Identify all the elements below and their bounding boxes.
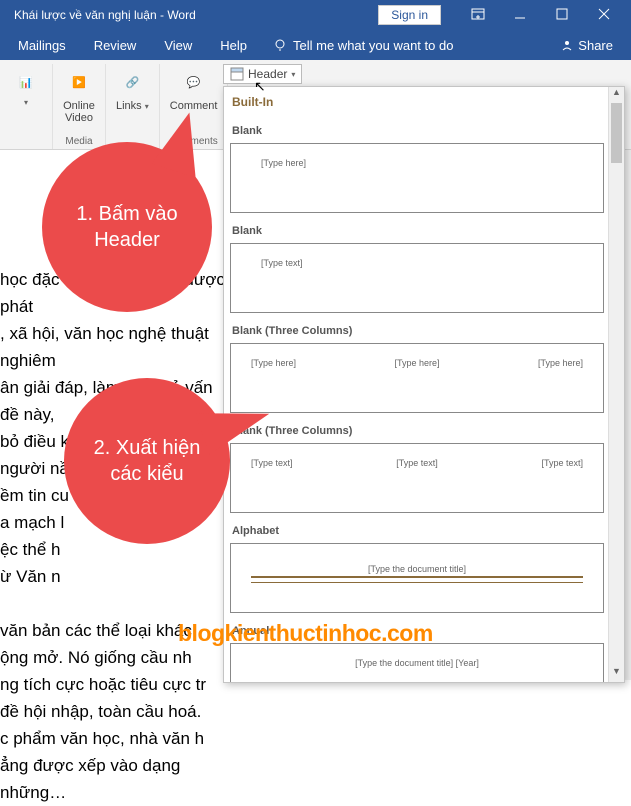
- watermark-text: blogkienthuctinhoc.com: [178, 620, 433, 647]
- cursor-icon: ↖: [254, 78, 266, 95]
- close-button[interactable]: [583, 7, 625, 23]
- minimize-button[interactable]: [499, 7, 541, 23]
- tell-me-search[interactable]: Tell me what you want to do: [261, 38, 465, 53]
- ribbon-tab-bar: Mailings Review View Help Tell me what y…: [0, 30, 631, 60]
- annotation-callout-2: 2. Xuất hiện các kiểu: [64, 378, 230, 544]
- tab-help[interactable]: Help: [206, 38, 261, 53]
- gallery-section-builtin: Built-In: [228, 91, 606, 115]
- gallery-item-blank[interactable]: [Type text]: [230, 243, 604, 313]
- chevron-down-icon: ▾: [291, 70, 295, 79]
- link-icon: 🔗: [116, 66, 148, 98]
- online-video-button[interactable]: ▶️ Online Video: [59, 64, 99, 126]
- gallery-item-label: Alphabet: [228, 515, 606, 541]
- annotation-callout-1: 1. Bấm vào Header: [42, 142, 212, 312]
- unknown-button-1[interactable]: 📊 ▾: [6, 64, 46, 109]
- scrollbar-thumb[interactable]: [611, 103, 622, 163]
- gallery-item-label: Blank: [228, 115, 606, 141]
- video-icon: ▶️: [63, 66, 95, 98]
- gallery-scrollbar[interactable]: ▲ ▼: [608, 87, 624, 682]
- tab-review[interactable]: Review: [80, 38, 151, 53]
- gallery-item-blank-three-columns[interactable]: [Type here] [Type here] [Type here]: [230, 343, 604, 413]
- lightbulb-icon: [273, 38, 287, 52]
- chart-icon: 📊: [10, 66, 42, 98]
- ribbon-display-options-icon[interactable]: [457, 7, 499, 23]
- gallery-item-alphabet[interactable]: [Type the document title]: [230, 543, 604, 613]
- document-title: Khái lược về văn nghị luận - Word: [6, 8, 196, 22]
- gallery-item-label: Blank: [228, 215, 606, 241]
- title-bar: Khái lược về văn nghị luận - Word Sign i…: [0, 0, 631, 30]
- comment-icon: 💬: [178, 66, 210, 98]
- header-icon: [230, 67, 244, 81]
- gallery-item-label: Blank (Three Columns): [228, 315, 606, 341]
- header-gallery-dropdown: Built-In Blank [Type here] Blank [Type t…: [223, 86, 625, 683]
- gallery-item-annual[interactable]: [Type the document title] [Year]: [230, 643, 604, 682]
- gallery-item-blank[interactable]: [Type here]: [230, 143, 604, 213]
- gallery-item-blank-three-columns[interactable]: [Type text] [Type text] [Type text]: [230, 443, 604, 513]
- scroll-up-icon[interactable]: ▲: [609, 87, 624, 103]
- tab-view[interactable]: View: [150, 38, 206, 53]
- links-button[interactable]: 🔗 Links ▾: [112, 64, 153, 114]
- share-icon: [560, 38, 574, 52]
- gallery-item-label: Blank (Three Columns): [228, 415, 606, 441]
- share-button[interactable]: Share: [546, 38, 627, 53]
- tab-mailings[interactable]: Mailings: [4, 38, 80, 53]
- signin-button[interactable]: Sign in: [378, 5, 441, 25]
- scroll-down-icon[interactable]: ▼: [609, 666, 624, 682]
- maximize-button[interactable]: [541, 7, 583, 23]
- group-media-label: Media: [65, 134, 92, 149]
